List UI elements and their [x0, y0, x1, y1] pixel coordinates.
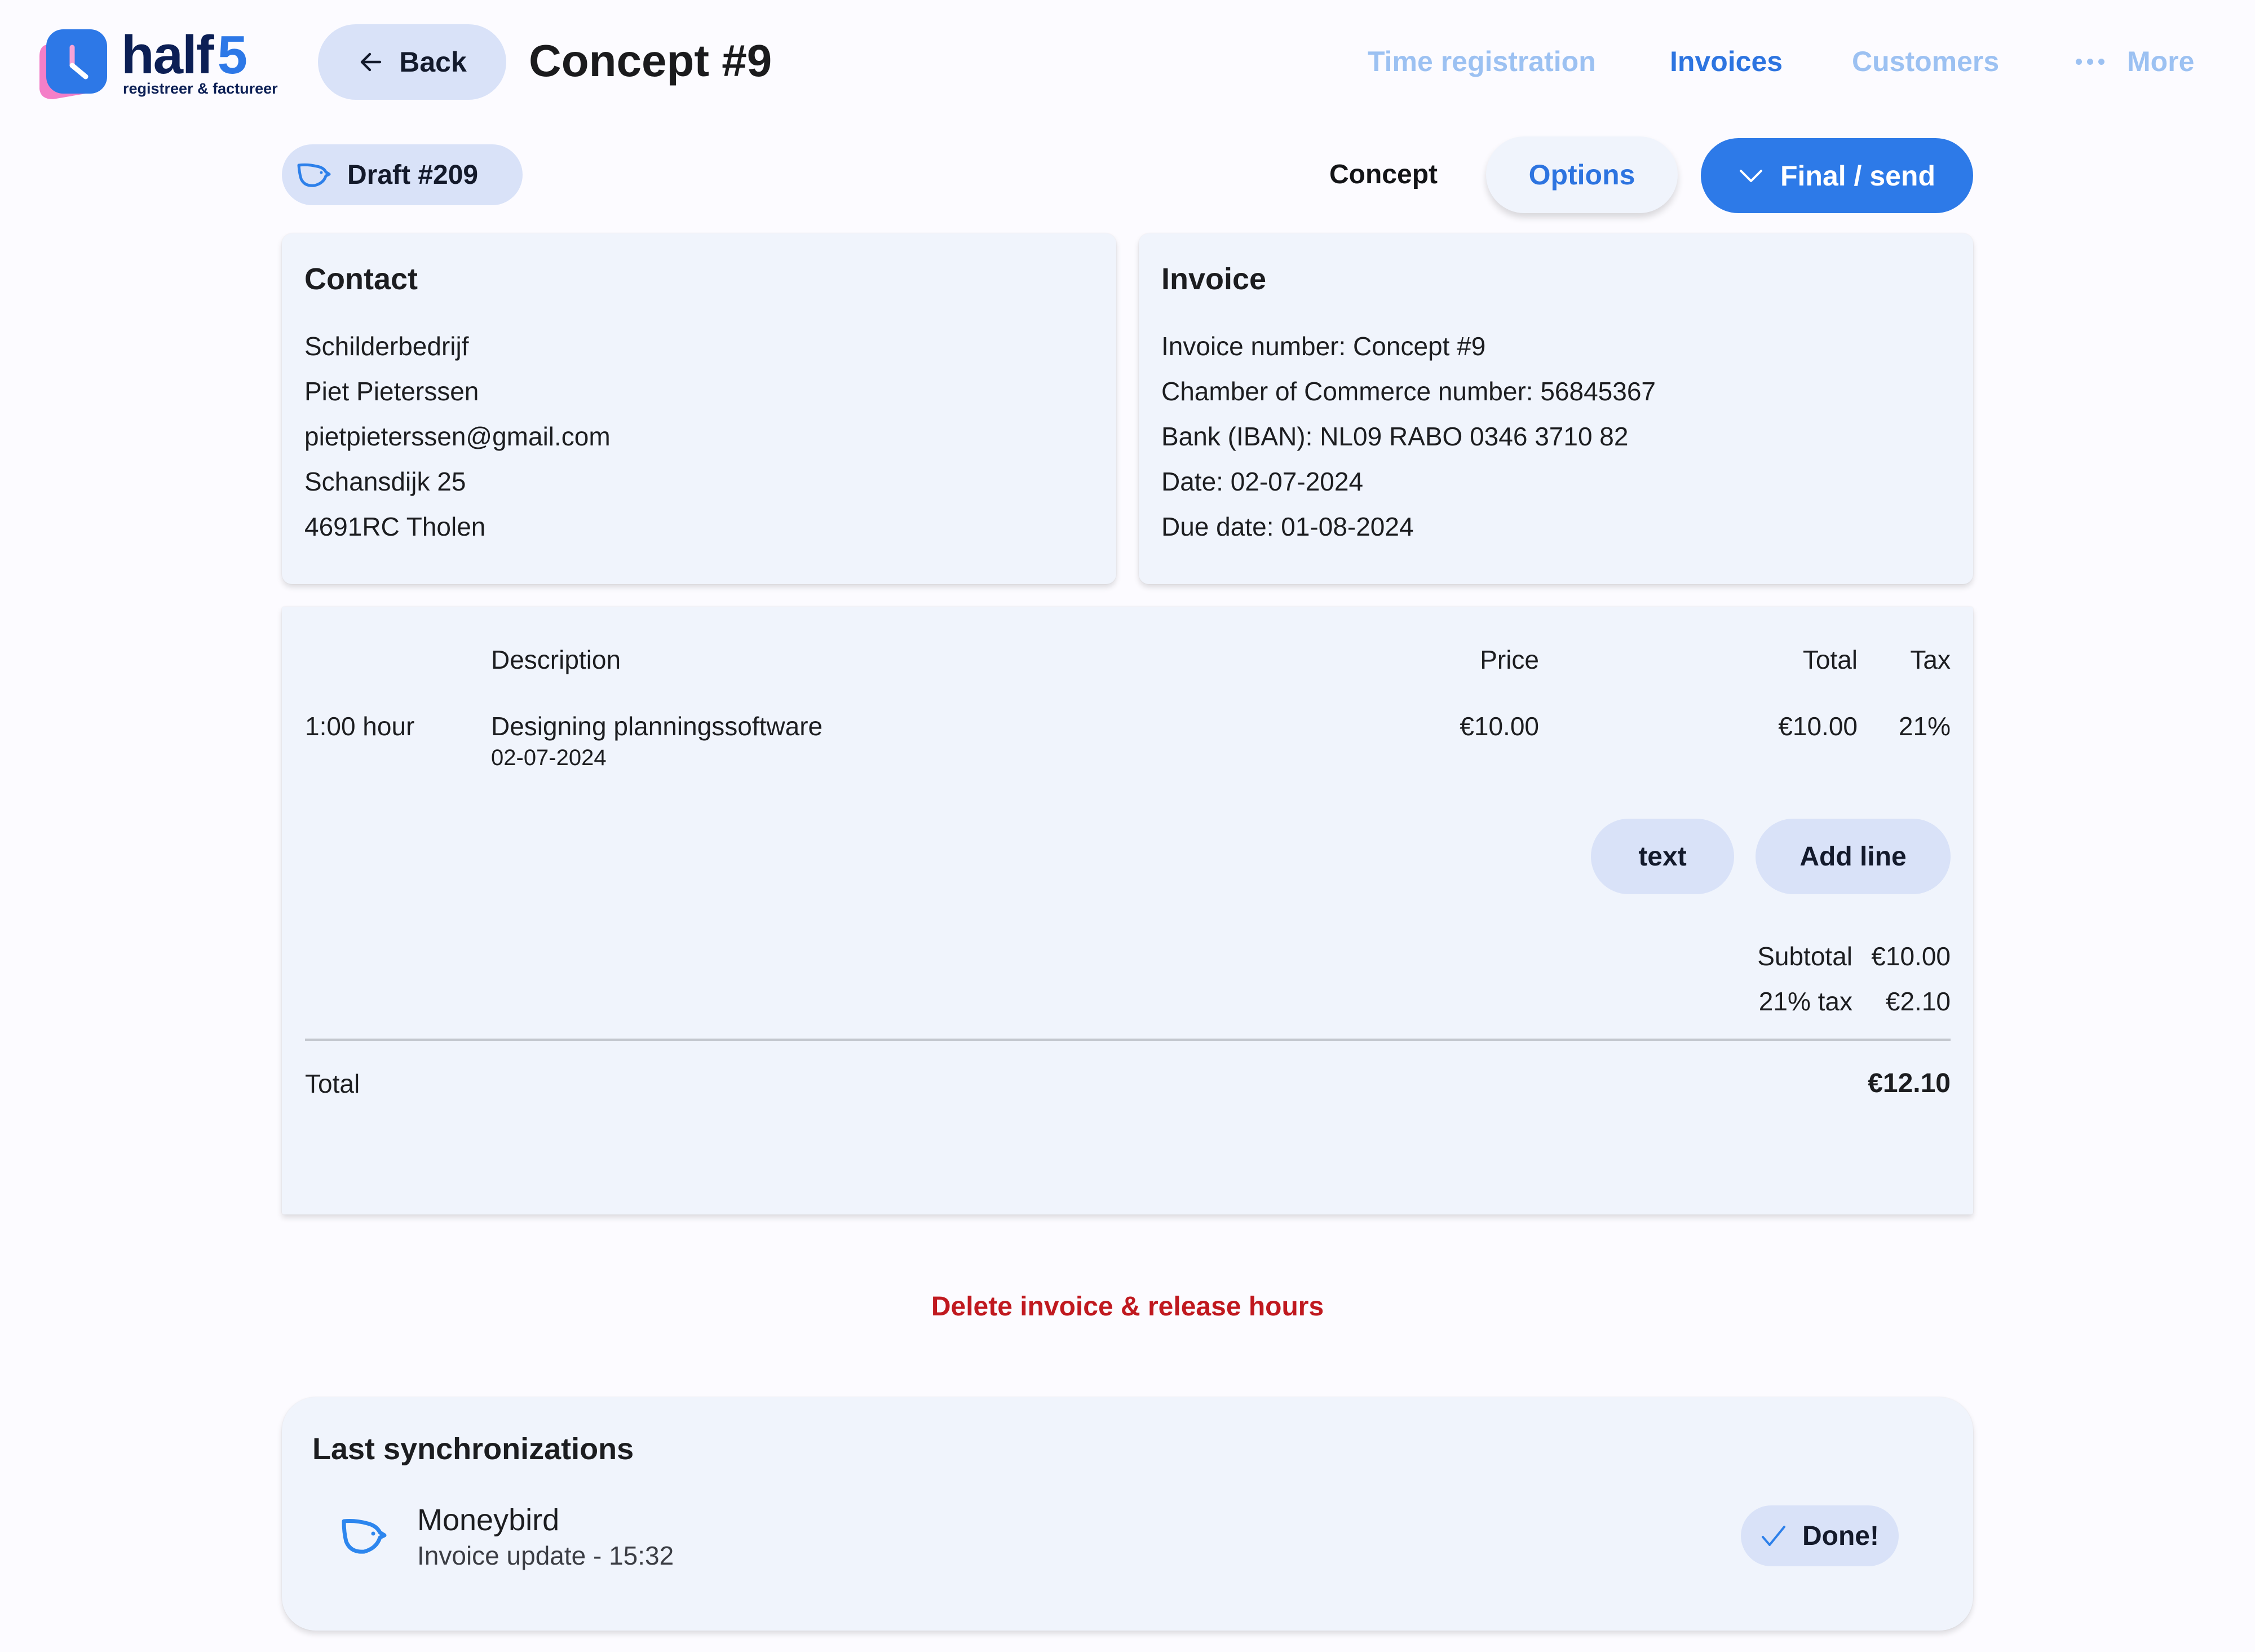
back-button[interactable]: Back	[318, 24, 506, 100]
more-dots-icon	[2076, 58, 2104, 65]
invoice-lines-card	[282, 607, 1973, 1214]
contact-title: Contact	[304, 262, 418, 296]
back-label: Back	[399, 46, 467, 78]
invoice-number: Invoice number: Concept #9	[1161, 332, 1486, 361]
delete-invoice-link[interactable]: Delete invoice & release hours	[0, 1284, 2255, 1329]
column-header-tax: Tax	[1910, 645, 1951, 674]
subtotal-value: €10.00	[1871, 942, 1951, 971]
total-value: €12.10	[1868, 1068, 1951, 1098]
contact-card: Contact Schilderbedrijf Piet Pieterssen …	[282, 233, 1116, 584]
contact-street: Schansdijk 25	[304, 467, 466, 496]
invoice-details: Invoice number: Concept #9 Chamber of Co…	[1161, 324, 1656, 549]
app-logo[interactable]: half5 registreer & factureer	[34, 27, 293, 100]
options-button[interactable]: Options	[1486, 136, 1678, 213]
add-text-button[interactable]: text	[1591, 819, 1734, 894]
contact-details: Schilderbedrijf Piet Pieterssen pietpiet…	[304, 324, 611, 549]
line-date: 02-07-2024	[491, 745, 607, 770]
draft-badge-label: Draft #209	[347, 160, 479, 190]
total-label: Total	[305, 1069, 360, 1098]
line-price: €10.00	[1460, 712, 1539, 741]
nav-invoices[interactable]: Invoices	[1670, 42, 1783, 81]
contact-company: Schilderbedrijf	[304, 332, 469, 361]
bank-iban: Bank (IBAN): NL09 RABO 0346 3710 82	[1161, 422, 1629, 451]
add-line-button[interactable]: Add line	[1756, 819, 1951, 894]
moneybird-bird-icon	[342, 1519, 387, 1554]
contact-city: 4691RC Tholen	[304, 512, 486, 541]
sync-title: Last synchronizations	[312, 1432, 634, 1466]
line-quantity: 1:00 hour	[305, 712, 415, 741]
tax-value: €2.10	[1885, 987, 1951, 1016]
invoice-due-date: Due date: 01-08-2024	[1161, 512, 1414, 541]
chamber-of-commerce-number: Chamber of Commerce number: 56845367	[1161, 377, 1656, 406]
line-tax: 21%	[1898, 712, 1951, 741]
nav-customers[interactable]: Customers	[1852, 42, 1999, 81]
column-header-description: Description	[491, 645, 621, 674]
nav-more-label: More	[2127, 46, 2195, 77]
draft-badge[interactable]: Draft #209	[282, 144, 523, 205]
invoice-title: Invoice	[1161, 262, 1267, 296]
logo-tagline: registreer & factureer	[123, 80, 278, 97]
contact-email: pietpieterssen@gmail.com	[304, 422, 611, 451]
nav-more[interactable]: More	[2076, 42, 2194, 81]
sync-status-badge: Done!	[1741, 1505, 1899, 1566]
moneybird-bird-icon	[297, 163, 331, 187]
sync-status-label: Done!	[1802, 1521, 1879, 1551]
page-title: Concept #9	[529, 36, 772, 86]
final-send-button[interactable]: Final / send	[1701, 138, 1973, 213]
subtotal-label: Subtotal	[1757, 942, 1852, 971]
column-header-total: Total	[1802, 645, 1858, 674]
invoice-date: Date: 02-07-2024	[1161, 467, 1364, 496]
tax-label: 21% tax	[1758, 987, 1852, 1016]
line-total: €10.00	[1778, 712, 1858, 741]
invoice-status: Concept	[1329, 160, 1438, 189]
check-icon	[1762, 1526, 1785, 1546]
arrow-left-icon	[361, 52, 382, 72]
totals-divider	[305, 1039, 1951, 1041]
logo-wordmark: half5	[121, 25, 247, 85]
invoice-card: Invoice Invoice number: Concept #9 Chamb…	[1139, 233, 1973, 584]
chevron-down-icon	[1739, 169, 1762, 182]
sync-detail: Invoice update - 15:32	[417, 1541, 674, 1570]
clock-logo-icon	[39, 29, 107, 99]
column-header-price: Price	[1480, 645, 1539, 674]
nav-time-registration[interactable]: Time registration	[1368, 42, 1596, 81]
contact-name: Piet Pieterssen	[304, 377, 479, 406]
final-send-label: Final / send	[1780, 160, 1936, 192]
